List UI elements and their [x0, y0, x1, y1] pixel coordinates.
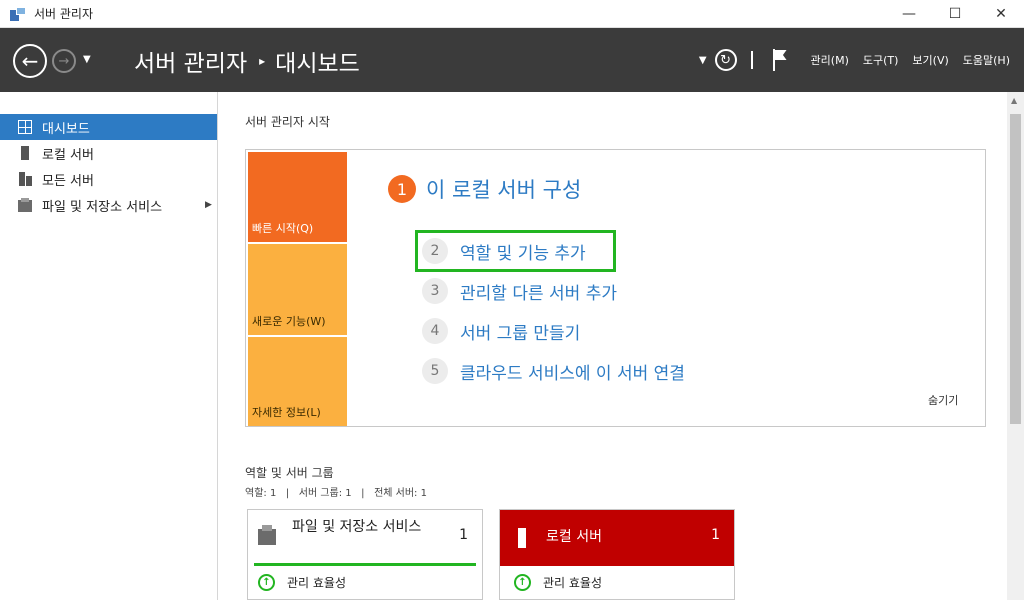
server-icon — [21, 146, 29, 160]
minimize-button[interactable]: — — [886, 0, 932, 28]
create-server-group-link[interactable]: 4 서버 그룹 만들기 — [422, 318, 580, 344]
vertical-scrollbar[interactable]: ▲ — [1007, 92, 1024, 600]
breadcrumb-separator: ▸ — [259, 54, 266, 68]
roles-summary: 역할: 1 | 서버 그룹: 1 | 전체 서버: 1 — [245, 488, 427, 499]
menu-tools[interactable]: 도구(T) — [863, 52, 899, 68]
step-label: 역할 및 기능 추가 — [460, 243, 586, 264]
app-header: ← → ▼ 서버 관리자 ▸ 대시보드 ▼ ↻ 관리(M) 도구(T) 보기(V… — [0, 28, 1024, 92]
sidebar-item-label: 로컬 서버 — [42, 147, 94, 163]
manageability-label: 관리 효율성 — [543, 576, 603, 590]
expand-arrow-icon[interactable]: ▶ — [205, 200, 212, 210]
quickstart-panel: 빠른 시작(Q) 새로운 기능(W) 자세한 정보(L) 1 이 로컬 서버 구… — [245, 149, 986, 427]
back-arrow-icon[interactable]: ← — [13, 44, 47, 78]
server-manager-app-icon — [10, 6, 26, 21]
manageability-row[interactable]: ↑ 관리 효율성 — [514, 574, 602, 591]
step-number: 1 — [388, 175, 416, 203]
tile-header: 파일 및 저장소 서비스 1 — [254, 510, 476, 566]
menu-view[interactable]: 보기(V) — [912, 52, 948, 68]
sidebar: 대시보드 로컬 서버 모든 서버 파일 및 저장소 서비스 ▶ — [0, 92, 218, 600]
roles-section-title: 역할 및 서버 그룹 — [245, 466, 334, 480]
add-roles-features-link[interactable]: 2 역할 및 기능 추가 — [422, 238, 586, 264]
step-configure-local-server[interactable]: 1 이 로컬 서버 구성 — [388, 174, 581, 204]
manageability-row[interactable]: ↑ 관리 효율성 — [258, 574, 346, 591]
role-tile-local-server[interactable]: 로컬 서버 1 ↑ 관리 효율성 — [499, 509, 735, 600]
server-icon — [518, 528, 526, 548]
breadcrumb-root[interactable]: 서버 관리자 — [134, 44, 247, 78]
quickstart-tabs: 빠른 시작(Q) 새로운 기능(W) 자세한 정보(L) — [248, 152, 347, 426]
header-actions: ▼ ↻ 관리(M) 도구(T) 보기(V) 도움말(H) — [699, 28, 1024, 92]
sidebar-item-label: 대시보드 — [42, 121, 90, 137]
refresh-dropdown-icon[interactable]: ▼ — [699, 55, 707, 66]
sidebar-item-file-storage[interactable]: 파일 및 저장소 서비스 ▶ — [0, 192, 217, 218]
refresh-icon[interactable]: ↻ — [714, 49, 737, 71]
tile-count: 1 — [711, 527, 720, 543]
forward-arrow-icon[interactable]: → — [52, 49, 76, 73]
add-other-servers-link[interactable]: 3 관리할 다른 서버 추가 — [422, 278, 617, 304]
tile-header: 로컬 서버 1 — [500, 510, 734, 566]
step-number: 2 — [422, 238, 448, 264]
window-title: 서버 관리자 — [34, 7, 94, 21]
step-number: 3 — [422, 278, 448, 304]
maximize-button[interactable]: ☐ — [932, 0, 978, 28]
menu-manage[interactable]: 관리(M) — [811, 52, 849, 68]
file-storage-icon — [258, 525, 280, 547]
scroll-up-icon[interactable]: ▲ — [1011, 96, 1017, 105]
window-controls: — ☐ ✕ — [886, 0, 1024, 28]
tab-learn-more[interactable]: 자세한 정보(L) — [248, 337, 347, 426]
close-button[interactable]: ✕ — [978, 0, 1024, 28]
menu-help[interactable]: 도움말(H) — [963, 52, 1010, 68]
sidebar-item-dashboard[interactable]: 대시보드 — [0, 114, 217, 140]
servers-icon — [18, 172, 32, 186]
tile-title: 파일 및 저장소 서비스 — [292, 519, 422, 535]
step-number: 4 — [422, 318, 448, 344]
welcome-title: 서버 관리자 시작 — [245, 115, 330, 129]
status-up-arrow-icon: ↑ — [514, 574, 531, 591]
window-titlebar: 서버 관리자 — ☐ ✕ — [0, 0, 1024, 28]
history-dropdown-icon[interactable]: ▼ — [83, 54, 91, 65]
dashboard-icon — [18, 120, 32, 134]
breadcrumb-current: 대시보드 — [275, 51, 360, 77]
header-divider — [750, 51, 753, 69]
tab-whats-new[interactable]: 새로운 기능(W) — [248, 244, 347, 335]
tab-quick-start[interactable]: 빠른 시작(Q) — [248, 152, 347, 242]
connect-cloud-services-link[interactable]: 5 클라우드 서비스에 이 서버 연결 — [422, 358, 685, 384]
dashboard-content: 서버 관리자 시작 빠른 시작(Q) 새로운 기능(W) 자세한 정보(L) 1… — [219, 92, 1007, 600]
tile-count: 1 — [459, 527, 468, 543]
breadcrumb: 서버 관리자 ▸ 대시보드 — [134, 44, 360, 78]
step-label: 서버 그룹 만들기 — [460, 323, 581, 344]
notification-flag-icon[interactable] — [771, 49, 789, 71]
tile-title: 로컬 서버 — [546, 529, 602, 545]
step-number: 5 — [422, 358, 448, 384]
sidebar-item-label: 모든 서버 — [42, 173, 94, 189]
step-label: 이 로컬 서버 구성 — [426, 178, 582, 202]
role-tile-file-storage[interactable]: 파일 및 저장소 서비스 1 ↑ 관리 효율성 — [247, 509, 483, 600]
scrollbar-thumb[interactable] — [1010, 114, 1021, 424]
hide-link[interactable]: 숨기기 — [928, 392, 958, 408]
sidebar-item-local-server[interactable]: 로컬 서버 — [0, 140, 217, 166]
file-storage-icon — [18, 198, 32, 212]
manageability-label: 관리 효율성 — [287, 576, 347, 590]
step-label: 클라우드 서비스에 이 서버 연결 — [460, 363, 685, 384]
sidebar-item-all-servers[interactable]: 모든 서버 — [0, 166, 217, 192]
status-up-arrow-icon: ↑ — [258, 574, 275, 591]
sidebar-item-label: 파일 및 저장소 서비스 — [42, 199, 163, 215]
step-label: 관리할 다른 서버 추가 — [460, 283, 617, 304]
